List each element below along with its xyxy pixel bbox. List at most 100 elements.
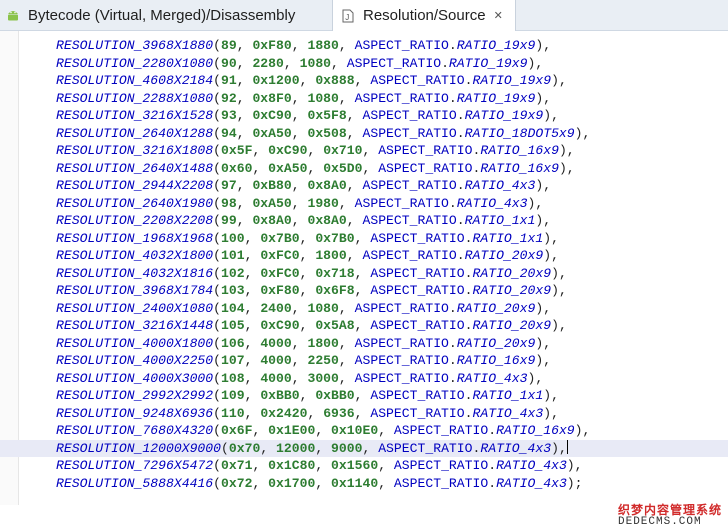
code-line[interactable]: RESOLUTION_3216X1808(0x5F, 0xC90, 0x710,… — [0, 142, 728, 160]
aspect-ratio-value: RATIO_4x3 — [472, 405, 544, 421]
width-value: 4000 — [260, 353, 292, 368]
line-terminator: , — [551, 248, 559, 263]
height-value: 0x5A8 — [315, 318, 355, 333]
ordinal-value: 99 — [221, 213, 237, 228]
enum-constant-name: RESOLUTION_7680X4320 — [56, 423, 214, 438]
aspect-ratio-value: RATIO_20x9 — [456, 335, 536, 351]
tab-label: Resolution/Source — [363, 7, 486, 24]
enum-constant-name: RESOLUTION_9248X6936 — [56, 405, 214, 421]
code-line[interactable]: RESOLUTION_2640X1488(0x60, 0xA50, 0x5D0,… — [0, 160, 728, 178]
tab-bytecode-disassembly[interactable]: Bytecode (Virtual, Merged)/Disassembly — [0, 0, 330, 30]
width-value: 0x1C80 — [268, 458, 316, 473]
ordinal-value: 110 — [221, 405, 245, 421]
height-value: 0x1140 — [331, 475, 379, 491]
code-line[interactable]: RESOLUTION_4608X2184(91, 0x1200, 0x888, … — [0, 72, 728, 90]
enum-constant-name: RESOLUTION_7296X5472 — [56, 458, 214, 473]
aspect-ratio-value: RATIO_20x9 — [456, 300, 536, 316]
aspect-ratio-class: ASPECT_RATIO — [393, 423, 489, 438]
aspect-ratio-class: ASPECT_RATIO — [370, 388, 465, 403]
svg-text:J: J — [345, 13, 349, 22]
ordinal-value: 105 — [221, 318, 245, 333]
height-value: 0x5F8 — [307, 108, 347, 123]
aspect-ratio-class: ASPECT_RATIO — [370, 405, 465, 421]
code-line[interactable]: RESOLUTION_2400X1080(104, 2400, 1080, AS… — [0, 300, 728, 318]
code-line[interactable]: RESOLUTION_12000X9000(0x70, 12000, 9000,… — [0, 439, 728, 457]
code-line[interactable]: RESOLUTION_2992X2992(109, 0xBB0, 0xBB0, … — [0, 387, 728, 405]
enum-constant-name: RESOLUTION_2992X2992 — [56, 388, 214, 403]
enum-constant-name: RESOLUTION_2640X1488 — [56, 160, 214, 176]
code-line[interactable]: RESOLUTION_4000X1800(106, 4000, 1800, AS… — [0, 335, 728, 353]
aspect-ratio-value: RATIO_20x9 — [472, 283, 552, 298]
code-line[interactable]: RESOLUTION_3968X1880(89, 0xF80, 1880, AS… — [0, 37, 728, 55]
line-terminator: , — [558, 318, 567, 333]
enum-constant-name: RESOLUTION_2640X1980 — [56, 195, 214, 211]
aspect-ratio-value: RATIO_19x9 — [464, 108, 544, 123]
ordinal-value: 92 — [221, 90, 237, 106]
aspect-ratio-value: RATIO_1x1 — [472, 230, 544, 246]
close-icon[interactable]: ✕ — [494, 9, 503, 22]
code-line[interactable]: RESOLUTION_9248X6936(110, 0x2420, 6936, … — [0, 405, 728, 423]
code-line[interactable]: RESOLUTION_2944X2208(97, 0xB80, 0x8A0, A… — [0, 177, 728, 195]
width-value: 0x2420 — [260, 405, 308, 421]
code-line[interactable]: RESOLUTION_7680X4320(0x6F, 0x1E00, 0x10E… — [0, 422, 728, 440]
code-line[interactable]: RESOLUTION_4032X1800(101, 0xFC0, 1800, A… — [0, 247, 728, 265]
ordinal-value: 102 — [221, 265, 245, 281]
enum-constant-name: RESOLUTION_4608X2184 — [56, 73, 214, 88]
aspect-ratio-class: ASPECT_RATIO — [354, 195, 449, 211]
code-line[interactable]: RESOLUTION_7296X5472(0x71, 0x1C80, 0x156… — [0, 457, 728, 475]
line-terminator: , — [582, 423, 591, 438]
ordinal-value: 0x6F — [221, 423, 253, 438]
height-value: 1980 — [307, 195, 339, 211]
height-value: 1080 — [307, 300, 339, 316]
aspect-ratio-value: RATIO_1x1 — [472, 388, 544, 403]
aspect-ratio-value: RATIO_20x9 — [472, 318, 552, 333]
code-line[interactable]: RESOLUTION_2288X1080(92, 0x8F0, 1080, AS… — [0, 90, 728, 108]
aspect-ratio-class: ASPECT_RATIO — [354, 38, 449, 53]
width-value: 0xB80 — [252, 178, 292, 193]
code-line[interactable]: RESOLUTION_2640X1980(98, 0xA50, 1980, AS… — [0, 195, 728, 213]
code-line[interactable]: RESOLUTION_2280X1080(90, 2280, 1080, ASP… — [0, 55, 728, 73]
line-terminator: , — [535, 195, 544, 211]
code-line[interactable]: RESOLUTION_3216X1528(93, 0xC90, 0x5F8, A… — [0, 107, 728, 125]
line-terminator: , — [543, 213, 552, 228]
aspect-ratio-value: RATIO_16x9 — [456, 353, 536, 368]
aspect-ratio-value: RATIO_4x3 — [464, 178, 536, 193]
code-line[interactable]: RESOLUTION_5888X4416(0x72, 0x1700, 0x114… — [0, 475, 728, 493]
width-value: 0xF80 — [260, 283, 300, 298]
code-line[interactable]: RESOLUTION_3216X1448(105, 0xC90, 0x5A8, … — [0, 317, 728, 335]
height-value: 1800 — [315, 248, 347, 263]
height-value: 1800 — [307, 335, 339, 351]
code-line[interactable]: RESOLUTION_1968X1968(100, 0x7B0, 0x7B0, … — [0, 230, 728, 248]
code-line[interactable]: RESOLUTION_3968X1784(103, 0xF80, 0x6F8, … — [0, 282, 728, 300]
code-line[interactable]: RESOLUTION_4000X3000(108, 4000, 3000, AS… — [0, 370, 728, 388]
aspect-ratio-value: RATIO_16x9 — [480, 143, 559, 158]
line-terminator: , — [535, 370, 544, 386]
code-line[interactable]: RESOLUTION_4000X2250(107, 4000, 2250, AS… — [0, 352, 728, 370]
tab-resolution-source[interactable]: J Resolution/Source ✕ — [332, 0, 516, 31]
code-line[interactable]: RESOLUTION_4032X1816(102, 0xFC0, 0x718, … — [0, 265, 728, 283]
aspect-ratio-class: ASPECT_RATIO — [370, 265, 465, 281]
source-editor[interactable]: RESOLUTION_3968X1880(89, 0xF80, 1880, AS… — [0, 31, 728, 528]
height-value: 0x6F8 — [315, 283, 355, 298]
aspect-ratio-class: ASPECT_RATIO — [354, 335, 449, 351]
ordinal-value: 108 — [221, 370, 245, 386]
enum-constant-name: RESOLUTION_3968X1880 — [56, 38, 214, 53]
height-value: 0x7B0 — [315, 230, 355, 246]
code-line[interactable]: RESOLUTION_2640X1288(94, 0xA50, 0x508, A… — [0, 125, 728, 143]
line-terminator: , — [558, 283, 567, 298]
height-value: 0x10E0 — [331, 423, 379, 438]
enum-constant-name: RESOLUTION_3968X1784 — [56, 283, 214, 298]
aspect-ratio-value: RATIO_4x3 — [496, 475, 567, 491]
aspect-ratio-value: RATIO_20x9 — [464, 248, 544, 263]
code-line[interactable]: RESOLUTION_2208X2208(99, 0x8A0, 0x8A0, A… — [0, 212, 728, 230]
height-value: 0x718 — [315, 265, 355, 281]
aspect-ratio-value: RATIO_16x9 — [496, 423, 575, 438]
enum-constant-name: RESOLUTION_3216X1808 — [56, 143, 214, 158]
enum-constant-name: RESOLUTION_3216X1528 — [56, 108, 214, 123]
ordinal-value: 106 — [221, 335, 245, 351]
line-terminator: , — [543, 300, 552, 316]
line-terminator: , — [543, 90, 552, 106]
enum-constant-name: RESOLUTION_4000X3000 — [56, 370, 214, 386]
height-value: 0x888 — [315, 73, 355, 88]
enum-constant-name: RESOLUTION_2288X1080 — [56, 90, 214, 106]
